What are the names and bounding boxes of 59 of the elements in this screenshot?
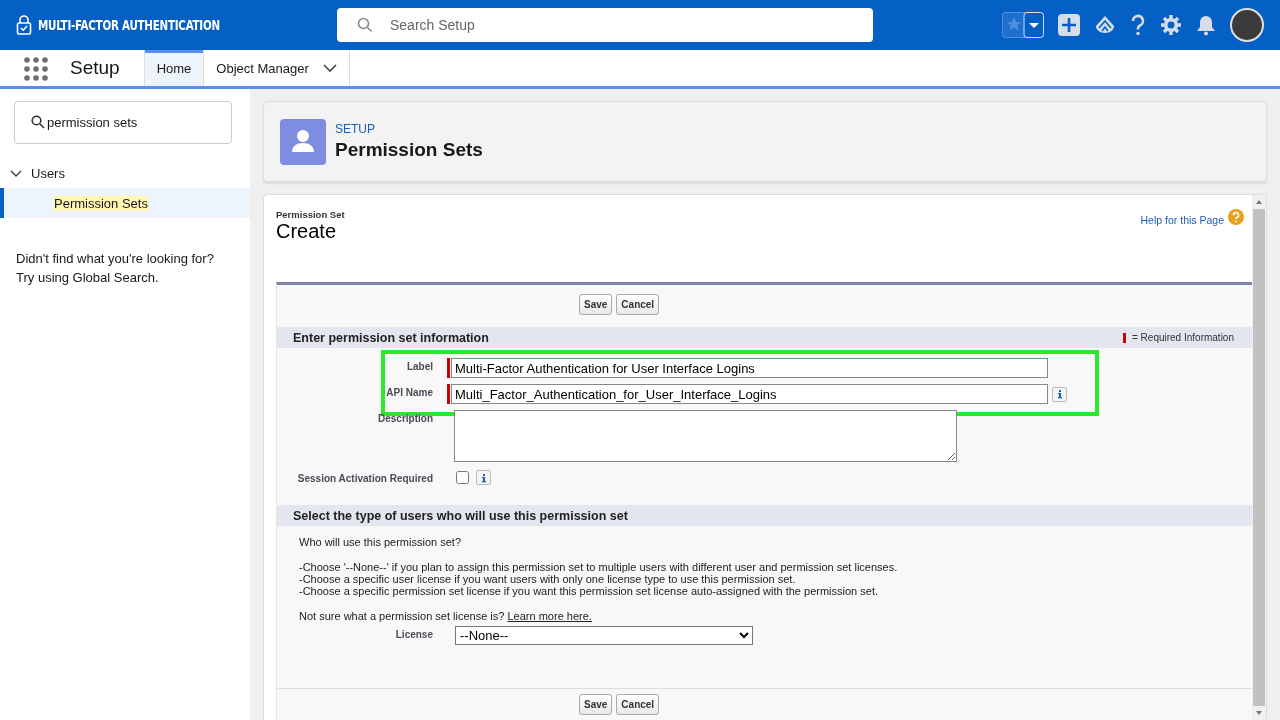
page-title: Permission Sets — [335, 139, 483, 161]
legend-text: = Required Information — [1132, 332, 1234, 343]
app-title: Setup — [69, 56, 121, 80]
text-field[interactable]: Multi_Factor_Authentication_for_User_Interface_Logins — [451, 384, 1048, 404]
required-marker — [447, 358, 450, 378]
chevron-down-icon — [322, 63, 337, 73]
avatar[interactable] — [1230, 8, 1264, 42]
cancel-button[interactable]: Cancel — [616, 294, 660, 315]
bell-icon[interactable] — [1196, 14, 1216, 36]
scrollbar[interactable] — [1252, 195, 1266, 720]
question-text: Who will use this permission set? — [299, 536, 462, 548]
field-label: License — [394, 628, 434, 640]
mountain-icon[interactable] — [1094, 14, 1116, 36]
info-icon[interactable] — [476, 470, 491, 485]
app-launcher-icon[interactable] — [24, 57, 48, 81]
scroll-thumb[interactable] — [1253, 209, 1265, 706]
padlock-icon — [16, 15, 32, 35]
save-button[interactable]: Save — [579, 294, 613, 315]
help-icon — [1228, 209, 1244, 225]
instruction-text: -Choose a specific permission set license if you want this permission set license auto-assigned with the permission set. — [299, 585, 879, 597]
text-field[interactable]: Multi-Factor Authentication for User Interface Logins — [451, 358, 1048, 378]
nav-tab[interactable]: Home — [143, 50, 205, 86]
page-eyebrow: SETUP — [335, 122, 376, 136]
field-label: Description — [377, 412, 434, 424]
save-button[interactable]: Save — [579, 694, 613, 715]
field-label: API Name — [385, 386, 434, 398]
app-name: MULTI-FACTOR AUTHENTICATION — [38, 17, 220, 33]
plus-icon[interactable] — [1058, 14, 1080, 36]
search-icon — [357, 17, 373, 33]
tree-item[interactable]: Users — [0, 158, 250, 188]
settings-icon[interactable] — [1160, 14, 1182, 36]
prompt-text: Not sure what a permission set license is? — [299, 610, 505, 622]
info-icon[interactable] — [1052, 386, 1067, 402]
help-icon[interactable] — [1130, 14, 1146, 36]
hint-text: Didn't find what you're looking for? — [16, 250, 215, 268]
form-title: Create — [276, 220, 338, 243]
help-link[interactable]: Help for this Page — [1140, 214, 1224, 226]
required-marker — [1123, 332, 1126, 343]
chevron-down-icon — [10, 167, 22, 179]
search-field[interactable]: permission sets — [14, 101, 232, 144]
hint-text: Try using Global Search. — [16, 269, 160, 287]
description-field[interactable] — [454, 410, 957, 462]
tree-item[interactable]: Permission Sets — [0, 188, 250, 218]
cancel-button[interactable]: Cancel — [616, 694, 660, 715]
form-eyebrow: Permission Set — [276, 209, 345, 220]
learn-more-link[interactable]: Learn more here. — [507, 610, 592, 622]
field-label: Session Activation Required — [296, 472, 434, 484]
search-icon — [31, 115, 45, 129]
nav-tab[interactable]: Object Manager — [204, 50, 350, 86]
instruction-text: -Choose a specific user license if you want users with only one license type to use this permission set. — [299, 573, 797, 585]
section-title: Enter permission set information — [293, 330, 489, 345]
license-dropdown[interactable]: --None-- — [455, 626, 753, 645]
search-field[interactable]: Search Setup — [337, 8, 873, 42]
instruction-text: -Choose '--None--' if you plan to assign this permission set to multiple users with different user and permission set licenses. — [299, 561, 899, 573]
checkbox[interactable] — [456, 471, 469, 484]
required-marker — [447, 384, 450, 404]
user-icon — [280, 118, 326, 165]
section-title: Select the type of users who will use this permission set — [293, 508, 628, 523]
field-label: Label — [405, 360, 434, 372]
